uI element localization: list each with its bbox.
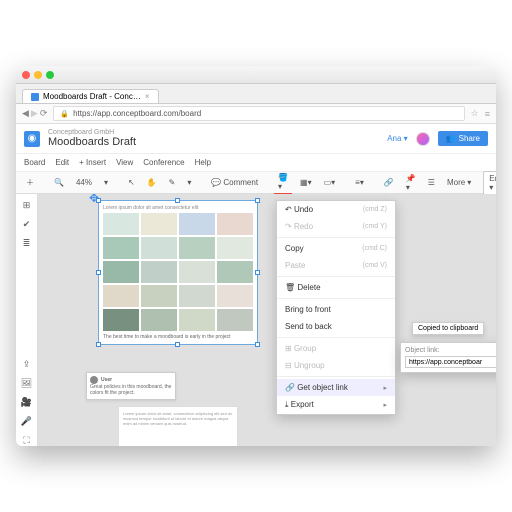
selected-object[interactable]: ✥ Lorem ipsum dolor sit amet consectetur… bbox=[98, 200, 258, 345]
sidebar-video-icon[interactable]: 🎥 bbox=[21, 397, 32, 408]
bookmark-icon[interactable]: ☆ bbox=[471, 108, 479, 119]
menu-conference[interactable]: Conference bbox=[143, 158, 184, 167]
layers-icon[interactable]: ☰ bbox=[424, 176, 439, 189]
comment-note[interactable]: User Great policies in this moodboard, t… bbox=[86, 372, 176, 400]
address-bar: ◀ ▶ ⟳ 🔒 https://app.conceptboard.com/boa… bbox=[16, 104, 496, 124]
share-button[interactable]: 👥 Share bbox=[438, 131, 488, 146]
sidebar-mic-icon[interactable]: 🎤 bbox=[21, 416, 32, 427]
maximize-icon[interactable] bbox=[46, 71, 54, 79]
fill-color-button[interactable]: 🪣▾ bbox=[274, 171, 292, 195]
ctx-export[interactable]: ⤓ Export▸ bbox=[277, 396, 395, 414]
ctx-send-back[interactable]: Send to back bbox=[277, 318, 395, 335]
ctx-paste: Paste(cmd V) bbox=[277, 257, 395, 274]
resize-handle[interactable] bbox=[96, 342, 101, 347]
sidebar-image-icon[interactable]: 🖼 bbox=[21, 378, 32, 389]
resize-handle[interactable] bbox=[255, 342, 260, 347]
comment-button[interactable]: 💬 Comment bbox=[207, 176, 262, 189]
ctx-bring-front[interactable]: Bring to front bbox=[277, 301, 395, 318]
copied-tooltip: Copied to clipboard bbox=[412, 322, 484, 335]
close-icon[interactable] bbox=[22, 71, 30, 79]
zoom-level[interactable]: 44% bbox=[72, 176, 96, 189]
sidebar-home-icon[interactable]: ⊞ bbox=[23, 200, 31, 211]
board-caption: The best time to make a moodboard is ear… bbox=[103, 334, 253, 340]
chevron-right-icon: ▸ bbox=[383, 384, 387, 392]
link-input[interactable] bbox=[405, 356, 496, 368]
back-icon[interactable]: ◀ bbox=[22, 108, 29, 119]
text-align-icon[interactable]: ≡▾ bbox=[351, 176, 368, 189]
menu-icon[interactable]: ≡ bbox=[485, 109, 490, 119]
left-sidebar: ⊞ ✔ ≣ ⇪ 🖼 🎥 🎤 ⛶ bbox=[16, 194, 38, 446]
shape-icon[interactable]: ▭▾ bbox=[320, 176, 340, 189]
forward-icon[interactable]: ▶ bbox=[31, 108, 38, 119]
zoom-in-icon[interactable]: 🔍 bbox=[50, 176, 68, 189]
minimize-icon[interactable] bbox=[34, 71, 42, 79]
ctx-undo[interactable]: ↶ Undo(cmd Z) bbox=[277, 201, 395, 218]
board-title[interactable]: Moodboards Draft bbox=[48, 136, 379, 148]
page-object[interactable]: Lorem ipsum dolor sit amet, consectetur … bbox=[118, 406, 238, 446]
app-header: ◉ Conceptboard GmbH Moodboards Draft Ana… bbox=[16, 124, 496, 154]
sidebar-list-icon[interactable]: ≣ bbox=[23, 238, 31, 249]
more-button[interactable]: More ▾ bbox=[443, 176, 475, 189]
browser-tab[interactable]: Moodboards Draft - Conc… × bbox=[22, 89, 159, 103]
menubar: Board Edit + Insert View Conference Help bbox=[16, 154, 496, 172]
menu-help[interactable]: Help bbox=[195, 158, 211, 167]
pen-tool-icon[interactable]: ✎ bbox=[165, 176, 180, 189]
close-tab-icon[interactable]: × bbox=[145, 92, 150, 101]
board-text: Lorem ipsum dolor sit amet consectetur e… bbox=[103, 205, 253, 211]
avatar[interactable] bbox=[416, 132, 430, 146]
ctx-delete[interactable]: 🗑 Delete bbox=[277, 279, 395, 296]
browser-tabs: Moodboards Draft - Conc… × bbox=[16, 84, 496, 104]
pointer-tool-icon[interactable]: ↖ bbox=[124, 176, 139, 189]
canvas[interactable]: ✥ Lorem ipsum dolor sit amet consectetur… bbox=[38, 194, 496, 446]
sidebar-check-icon[interactable]: ✔ bbox=[23, 219, 31, 230]
ctx-group: ⊞ Group bbox=[277, 340, 395, 357]
menu-view[interactable]: View bbox=[116, 158, 133, 167]
ctx-redo: ↷ Redo(cmd Y) bbox=[277, 218, 395, 235]
url-field[interactable]: 🔒 https://app.conceptboard.com/board bbox=[53, 106, 464, 121]
resize-handle[interactable] bbox=[255, 198, 260, 203]
avatar-icon bbox=[90, 376, 98, 384]
grid-icon[interactable]: ▦▾ bbox=[296, 176, 316, 189]
ctx-copy[interactable]: Copy(cmd C) bbox=[277, 240, 395, 257]
link-icon[interactable]: 🔗 bbox=[380, 176, 398, 189]
menu-insert[interactable]: + Insert bbox=[79, 158, 106, 167]
moodboard-grid bbox=[103, 213, 253, 331]
toolbar: ＋ 🔍 44% ▾ ↖ ✋ ✎ ▾ 💬 Comment 🪣▾ ▦▾ ▭▾ ≡▾ … bbox=[16, 172, 496, 194]
menu-board[interactable]: Board bbox=[24, 158, 45, 167]
mac-titlebar bbox=[16, 66, 496, 84]
chevron-down-icon[interactable]: ▾ bbox=[100, 176, 112, 189]
main-area: ⊞ ✔ ≣ ⇪ 🖼 🎥 🎤 ⛶ ✥ Lorem ipsum dolor sit … bbox=[16, 194, 496, 446]
context-menu: ↶ Undo(cmd Z) ↷ Redo(cmd Y) Copy(cmd C) … bbox=[276, 200, 396, 415]
object-link-panel: Object link: 📋 bbox=[400, 342, 496, 373]
ctx-get-link[interactable]: 🔗 Get object link▸ bbox=[277, 379, 395, 396]
sidebar-upload-icon[interactable]: ⇪ bbox=[23, 359, 31, 370]
resize-handle[interactable] bbox=[96, 270, 101, 275]
add-button[interactable]: ＋ bbox=[22, 175, 38, 190]
pin-icon[interactable]: 📌▾ bbox=[402, 172, 420, 194]
ctx-ungroup: ⊟ Ungroup bbox=[277, 357, 395, 374]
resize-handle[interactable] bbox=[255, 270, 260, 275]
chevron-down-icon[interactable]: ▾ bbox=[183, 176, 195, 189]
link-label: Object link: bbox=[405, 347, 496, 354]
resize-handle[interactable] bbox=[175, 342, 180, 347]
app-logo-icon[interactable]: ◉ bbox=[24, 131, 40, 147]
org-name: Conceptboard GmbH bbox=[48, 129, 379, 136]
menu-edit[interactable]: Edit bbox=[55, 158, 69, 167]
editor-button[interactable]: Editor ▾ bbox=[483, 171, 496, 195]
user-link[interactable]: Ana ▾ bbox=[387, 134, 407, 143]
resize-handle[interactable] bbox=[175, 198, 180, 203]
chevron-right-icon: ▸ bbox=[383, 401, 387, 409]
resize-handle[interactable] bbox=[96, 198, 101, 203]
hand-tool-icon[interactable]: ✋ bbox=[143, 176, 161, 189]
sidebar-fullscreen-icon[interactable]: ⛶ bbox=[23, 435, 29, 446]
lock-icon: 🔒 bbox=[60, 110, 69, 118]
reload-icon[interactable]: ⟳ bbox=[40, 108, 48, 119]
favicon-icon bbox=[31, 93, 39, 101]
browser-window: Moodboards Draft - Conc… × ◀ ▶ ⟳ 🔒 https… bbox=[16, 66, 496, 446]
